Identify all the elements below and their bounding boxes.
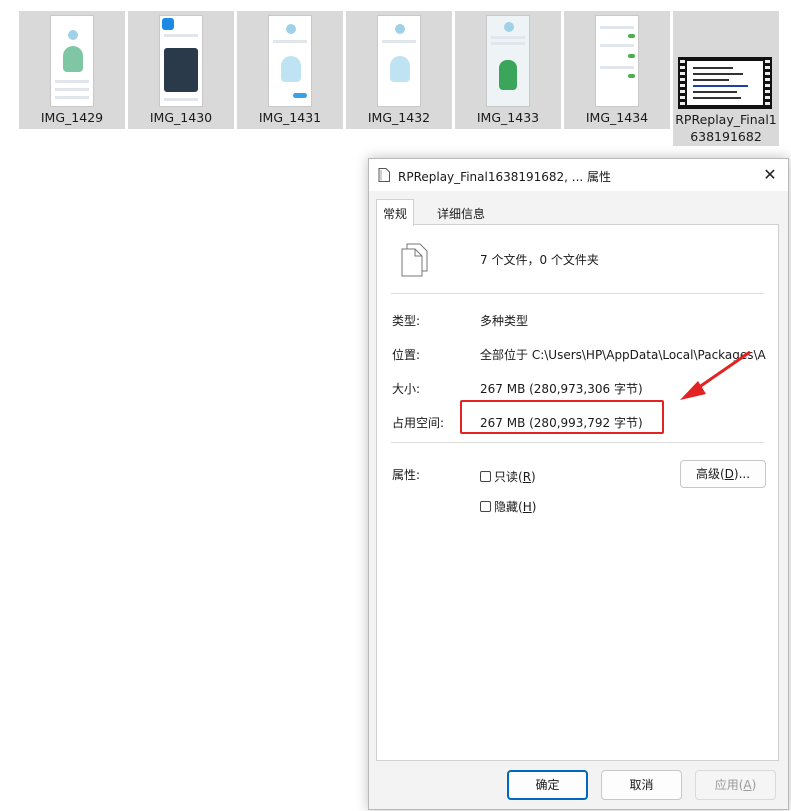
file-name: RPReplay_Final1 638191682 bbox=[675, 112, 777, 144]
dialog-title: RPReplay_Final1638191682, ... 属性 bbox=[398, 170, 612, 184]
apply-button[interactable]: 应用(A) bbox=[695, 770, 776, 800]
file-name: IMG_1429 bbox=[40, 110, 104, 125]
file-name: IMG_1432 bbox=[367, 110, 431, 125]
file-icon bbox=[378, 168, 390, 182]
file-item[interactable]: IMG_1430 bbox=[128, 11, 234, 129]
file-item-selected[interactable]: RPReplay_Final1 638191682 bbox=[673, 11, 779, 146]
file-item[interactable]: IMG_1433 bbox=[455, 11, 561, 129]
divider bbox=[391, 293, 764, 294]
file-item[interactable]: IMG_1432 bbox=[346, 11, 452, 129]
tab-general[interactable]: 常规 bbox=[376, 199, 415, 226]
location-value: 全部位于 C:\Users\HP\AppData\Local\Packages\… bbox=[480, 348, 766, 362]
video-thumbnail bbox=[678, 57, 772, 109]
multiple-files-icon bbox=[401, 243, 428, 277]
type-value: 多种类型 bbox=[480, 314, 529, 328]
image-thumbnail bbox=[159, 15, 203, 107]
general-panel: 7 个文件，0 个文件夹 类型: 多种类型 位置: 全部位于 C:\Users\… bbox=[376, 224, 779, 761]
divider bbox=[391, 442, 764, 443]
image-thumbnail bbox=[50, 15, 94, 107]
advanced-button[interactable]: 高级(D)... bbox=[680, 460, 766, 488]
file-name: IMG_1434 bbox=[585, 110, 649, 125]
attributes-label: 属性: bbox=[392, 468, 421, 482]
selection-summary: 7 个文件，0 个文件夹 bbox=[480, 253, 599, 267]
image-thumbnail bbox=[595, 15, 639, 107]
tab-details[interactable]: 详细信息 bbox=[431, 202, 491, 225]
cancel-button[interactable]: 取消 bbox=[601, 770, 682, 800]
checkbox-box[interactable] bbox=[480, 471, 491, 482]
red-highlight-box bbox=[460, 400, 664, 434]
size-value: 267 MB (280,973,306 字节) bbox=[480, 382, 643, 396]
hidden-checkbox[interactable]: 隐藏(H) bbox=[480, 498, 536, 515]
type-label: 类型: bbox=[392, 314, 421, 328]
file-name: IMG_1431 bbox=[258, 110, 322, 125]
file-item[interactable]: IMG_1434 bbox=[564, 11, 670, 129]
file-name: IMG_1433 bbox=[476, 110, 540, 125]
image-thumbnail bbox=[377, 15, 421, 107]
title-bar[interactable]: RPReplay_Final1638191682, ... 属性 ✕ bbox=[369, 159, 788, 191]
size-label: 大小: bbox=[392, 382, 421, 396]
image-thumbnail bbox=[486, 15, 530, 107]
readonly-checkbox[interactable]: 只读(R) bbox=[480, 468, 536, 485]
properties-dialog: RPReplay_Final1638191682, ... 属性 ✕ 常规 详细… bbox=[368, 158, 789, 810]
file-item[interactable]: IMG_1429 bbox=[19, 11, 125, 129]
file-item[interactable]: IMG_1431 bbox=[237, 11, 343, 129]
image-thumbnail bbox=[268, 15, 312, 107]
ok-button[interactable]: 确定 bbox=[507, 770, 588, 800]
disk-size-label: 占用空间: bbox=[392, 416, 445, 430]
close-icon[interactable]: ✕ bbox=[760, 165, 780, 185]
file-name: IMG_1430 bbox=[149, 110, 213, 125]
location-label: 位置: bbox=[392, 348, 421, 362]
tab-bar: 常规 详细信息 bbox=[376, 199, 781, 226]
checkbox-box[interactable] bbox=[480, 501, 491, 512]
